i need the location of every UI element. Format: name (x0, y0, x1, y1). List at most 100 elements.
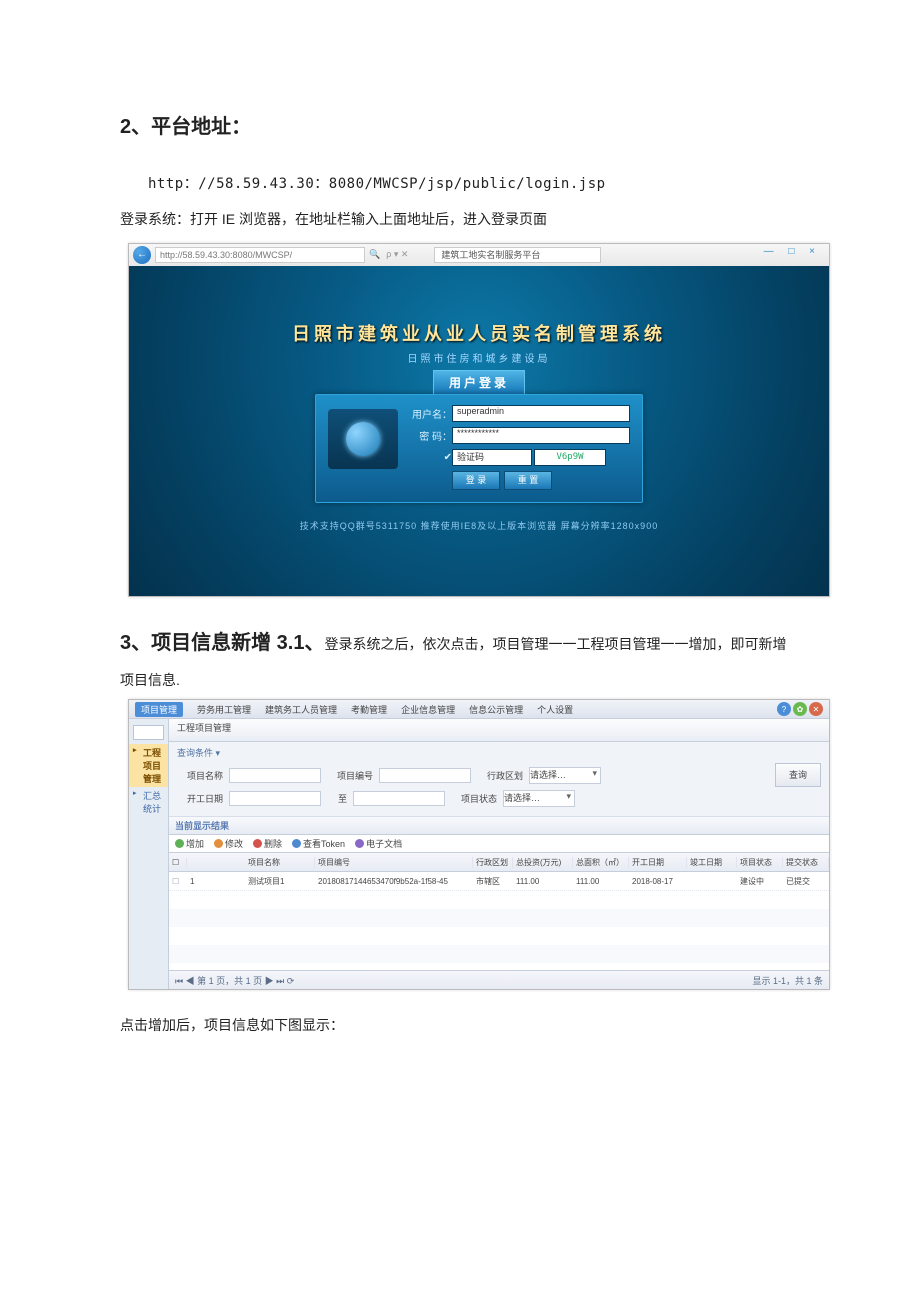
username-label: 用户名： (412, 406, 452, 421)
login-viewport: 日照市建筑业从业人员实名制管理系统 日照市住房和城乡建设局 用户登录 用户名： … (129, 266, 829, 596)
token-icon (292, 839, 301, 848)
filter-label-region: 行政区划 (477, 769, 523, 782)
table-row[interactable]: 1 测试项目1 20180817144653470f9b52a-1f58-45 … (169, 872, 829, 891)
back-icon[interactable]: ← (133, 246, 151, 264)
pager-right: 显示 1-1，共 1 条 (752, 974, 823, 987)
help-icons: ? ✿ ✕ (777, 702, 823, 716)
cell-name: 测试项目1 (245, 876, 315, 887)
filter-input-end[interactable] (353, 791, 445, 806)
filter-label-name: 项目名称 (177, 769, 223, 782)
cell-pstatus: 建设中 (737, 876, 783, 887)
filter-label-no: 项目编号 (327, 769, 373, 782)
col-end: 竣工日期 (687, 857, 737, 868)
cell-no: 20180817144653470f9b52a-1f58-45 (315, 877, 473, 886)
sidebar-item-project-mgmt[interactable]: 工程项目管理 (129, 744, 168, 787)
archive-button[interactable]: 电子文档 (355, 837, 402, 850)
edit-icon (214, 839, 223, 848)
topmenu-item-attendance[interactable]: 考勤管理 (351, 703, 387, 716)
help-icon[interactable]: ? (777, 702, 791, 716)
topmenu-item-worker[interactable]: 建筑务工人员管理 (265, 703, 337, 716)
username-input[interactable]: superadmin (452, 405, 630, 422)
top-menu: 项目管理 劳务用工管理 建筑务工人员管理 考勤管理 企业信息管理 信息公示管理 … (129, 700, 829, 719)
delete-button[interactable]: 删除 (253, 837, 282, 850)
section3-after: 点击增加后，项目信息如下图显示： (120, 1010, 800, 1041)
filter-header[interactable]: 查询条件 ▾ (177, 746, 821, 759)
login-box: 用户名： superadmin 密 码： ************ ✔ 验证码 … (315, 394, 643, 503)
sidebar-search-input[interactable] (133, 725, 164, 740)
toolbar-title: 当前显示结果 (175, 819, 229, 832)
query-button[interactable]: 查询 (775, 763, 821, 787)
password-input[interactable]: ************ (452, 427, 630, 444)
pager-left[interactable]: ⏮ ◀ 第 1 页，共 1 页 ▶ ⏭ ⟳ (175, 974, 294, 987)
project-grid-screenshot: 项目管理 劳务用工管理 建筑务工人员管理 考勤管理 企业信息管理 信息公示管理 … (128, 699, 830, 990)
filter-input-start[interactable] (229, 791, 321, 806)
browser-chrome: ← http://58.59.43.30:8080/MWCSP/ 🔍 ρ ▾ ✕… (129, 244, 829, 266)
main-panel: 工程项目管理 查询条件 ▾ 项目名称 项目编号 行政区划 请选择… 查询 开工日… (169, 719, 829, 989)
login-art-icon (328, 409, 398, 469)
reset-button[interactable]: 重 置 (504, 471, 552, 490)
section3-line2: 项目信息. (120, 665, 800, 696)
filter-panel: 查询条件 ▾ 项目名称 项目编号 行政区划 请选择… 查询 开工日期 至 (169, 742, 829, 817)
col-no: 项目编号 (315, 857, 473, 868)
address-bar[interactable]: http://58.59.43.30:8080/MWCSP/ (155, 247, 365, 263)
section3-heading: 3、项目信息新增 3.1、登录系统之后，依次点击，项目管理一一工程项目管理一一增… (120, 625, 800, 661)
sidebar-item-summary[interactable]: 汇总统计 (129, 787, 168, 817)
col-check[interactable]: ☐ (169, 858, 187, 867)
login-footer: 技术支持QQ群号5311750 推荐使用IE8及以上版本浏览器 屏幕分辨率128… (129, 519, 829, 532)
col-area: 总面积（㎡） (573, 857, 629, 868)
col-name: 项目名称 (245, 857, 315, 868)
data-grid: ☐ 项目名称 项目编号 行政区划 总投资(万元) 总面积（㎡） 开工日期 竣工日… (169, 853, 829, 970)
topmenu-item-project[interactable]: 项目管理 (135, 702, 183, 717)
filter-label-to: 至 (327, 792, 347, 805)
col-start: 开工日期 (629, 857, 687, 868)
captcha-image[interactable]: V6p9W (534, 449, 606, 466)
captcha-input[interactable]: 验证码 (452, 449, 532, 466)
sidebar: 工程项目管理 汇总统计 (129, 719, 169, 989)
platform-url: http：//58.59.43.30：8080/MWCSP/jsp/public… (120, 169, 800, 200)
captcha-label: ✔ (412, 452, 452, 463)
grid-toolbar: 当前显示结果 (169, 817, 829, 835)
topmenu-item-enterprise[interactable]: 企业信息管理 (401, 703, 455, 716)
col-sstatus: 提交状态 (783, 857, 829, 868)
content-tab[interactable]: 工程项目管理 (169, 719, 829, 742)
window-controls-icon[interactable]: — □ × (764, 246, 821, 257)
cell-start: 2018-08-17 (629, 877, 687, 886)
cell-area: 111.00 (573, 877, 629, 886)
grid-actions: 增加 修改 删除 查看Token 电子文档 (169, 835, 829, 853)
filter-label-status: 项目状态 (451, 792, 497, 805)
add-button[interactable]: 增加 (175, 837, 204, 850)
col-pstatus: 项目状态 (737, 857, 783, 868)
delete-icon (253, 839, 262, 848)
col-invest: 总投资(万元) (513, 857, 573, 868)
topmenu-item-publicity[interactable]: 信息公示管理 (469, 703, 523, 716)
login-button[interactable]: 登 录 (452, 471, 500, 490)
settings-icon[interactable]: ✿ (793, 702, 807, 716)
login-screenshot: ← http://58.59.43.30:8080/MWCSP/ 🔍 ρ ▾ ✕… (128, 243, 830, 597)
archive-icon (355, 839, 364, 848)
section3-num: 3、项目信息新增 3.1、 (120, 632, 324, 654)
system-title: 日照市建筑业从业人员实名制管理系统 (129, 266, 829, 346)
edit-button[interactable]: 修改 (214, 837, 243, 850)
cell-idx: 1 (187, 877, 245, 886)
filter-label-start: 开工日期 (177, 792, 223, 805)
section3-sub: 登录系统之后，依次点击，项目管理一一工程项目管理一一增加，即可新增 (324, 636, 786, 652)
filter-input-name[interactable] (229, 768, 321, 783)
token-button[interactable]: 查看Token (292, 837, 345, 850)
filter-select-region[interactable]: 请选择… (529, 767, 601, 784)
pager[interactable]: ⏮ ◀ 第 1 页，共 1 页 ▶ ⏭ ⟳ 显示 1-1，共 1 条 (169, 970, 829, 989)
topmenu-item-personal[interactable]: 个人设置 (537, 703, 573, 716)
grid-header: ☐ 项目名称 项目编号 行政区划 总投资(万元) 总面积（㎡） 开工日期 竣工日… (169, 853, 829, 872)
cell-region: 市辖区 (473, 876, 513, 887)
login-panel-title: 用户登录 (433, 370, 525, 394)
cell-invest: 111.00 (513, 877, 573, 886)
col-region: 行政区划 (473, 857, 513, 868)
browser-tab[interactable]: 建筑工地实名制服务平台 (434, 247, 601, 263)
plus-icon (175, 839, 184, 848)
topmenu-item-labor[interactable]: 劳务用工管理 (197, 703, 251, 716)
section2-heading: 2、平台地址： (120, 110, 800, 139)
password-label: 密 码： (412, 428, 452, 443)
filter-input-no[interactable] (379, 768, 471, 783)
filter-select-status[interactable]: 请选择… (503, 790, 575, 807)
row-checkbox[interactable] (169, 877, 187, 886)
logout-icon[interactable]: ✕ (809, 702, 823, 716)
